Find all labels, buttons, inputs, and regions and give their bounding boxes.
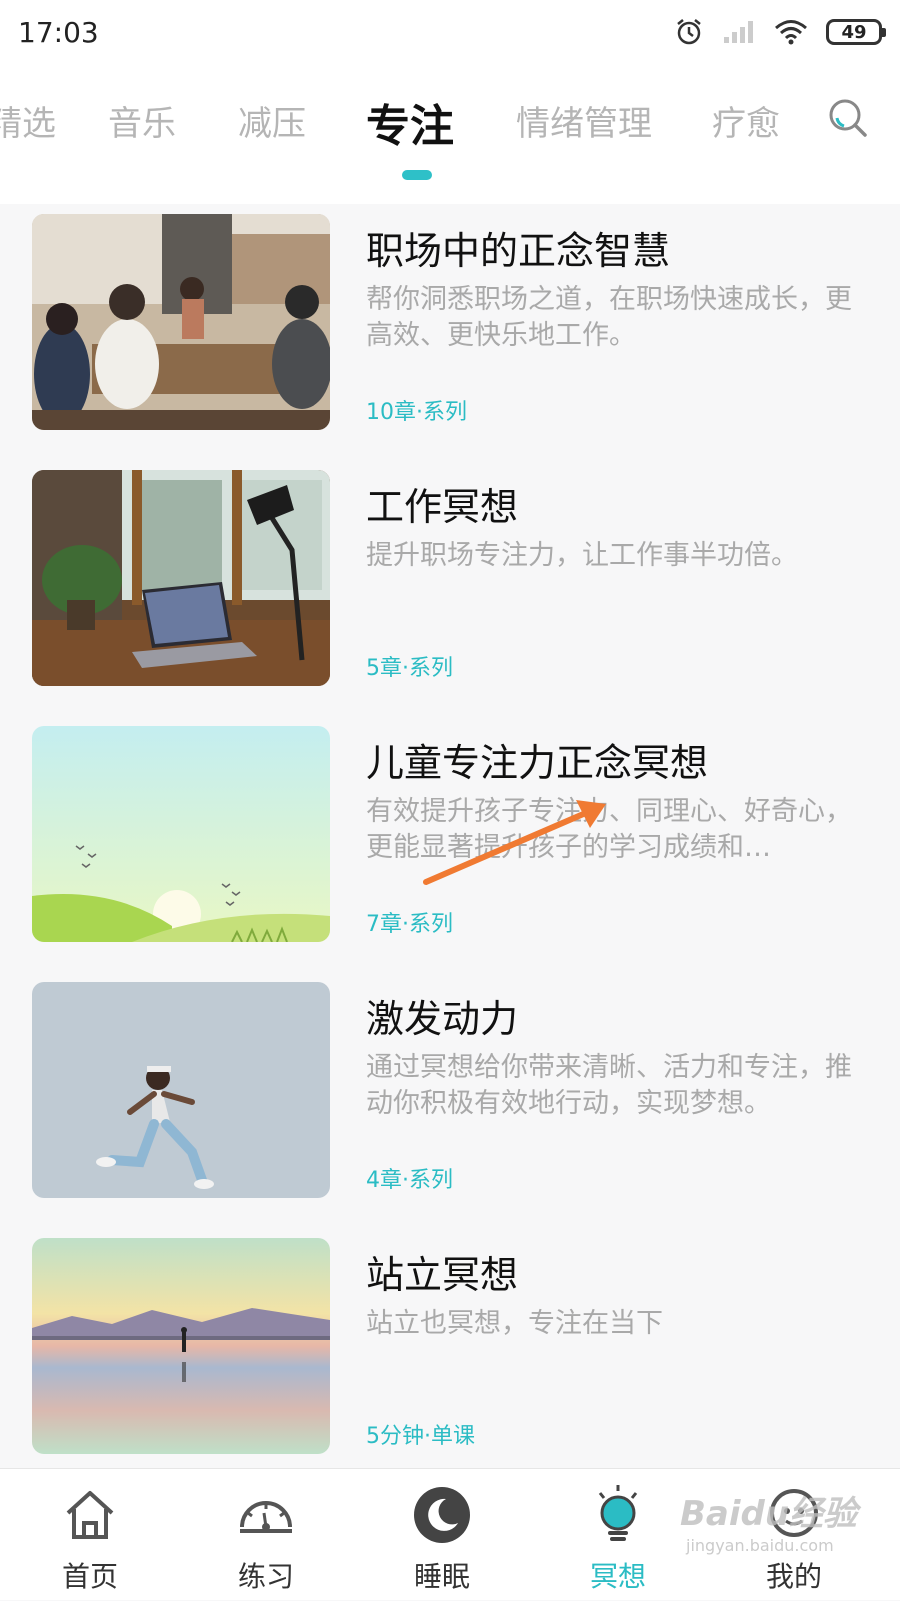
tab-emotion-management[interactable]: 情绪管理: [516, 96, 652, 145]
wifi-icon: [775, 20, 807, 45]
list-item[interactable]: 职场中的正念智慧 帮你洞悉职场之道，在职场快速成长，更高效、更快乐地工作。 10…: [32, 214, 872, 430]
nav-sleep[interactable]: 睡眠: [352, 1469, 532, 1601]
nav-label: 睡眠: [413, 1560, 470, 1593]
item-meta: 5分钟·单课: [366, 1424, 475, 1449]
status-time: 17:03: [18, 15, 99, 49]
status-icons: 49: [674, 17, 886, 47]
course-list: 职场中的正念智慧 帮你洞悉职场之道，在职场快速成长，更高效、更快乐地工作。 10…: [0, 204, 900, 1468]
item-title: 站立冥想: [366, 1253, 519, 1297]
battery-indicator: 49: [826, 19, 886, 45]
item-description: 有效提升孩子专注力、同理心、好奇心，更能显著提升孩子的学习成绩和…: [366, 796, 852, 863]
tab-healing[interactable]: 疗愈: [712, 96, 780, 145]
tab-featured[interactable]: 精选: [0, 96, 56, 145]
item-description: 通过冥想给你带来清晰、活力和专注，推动你积极有效地行动，实现梦想。: [366, 1052, 852, 1119]
item-title: 职场中的正念智慧: [366, 229, 671, 273]
search-button[interactable]: [826, 96, 870, 140]
nav-home[interactable]: 首页: [0, 1469, 180, 1601]
team-meeting-photo: [32, 214, 330, 430]
item-description: 站立也冥想，专注在当下: [366, 1308, 663, 1339]
item-title: 儿童专注力正念冥想: [366, 741, 709, 785]
laptop-desk-photo: [32, 470, 330, 686]
watermark: Baidu经验: [680, 1494, 858, 1534]
nav-label: 冥想: [589, 1560, 646, 1593]
item-description: 帮你洞悉职场之道，在职场快速成长，更高效、更快乐地工作。: [366, 284, 852, 351]
list-item[interactable]: 站立冥想 站立也冥想，专注在当下 5分钟·单课: [32, 1238, 872, 1454]
list-item[interactable]: 激发动力 通过冥想给你带来清晰、活力和专注，推动你积极有效地行动，实现梦想。 4…: [32, 982, 872, 1198]
tab-stress-relief[interactable]: 减压: [238, 96, 306, 145]
jumping-woman-photo: [32, 982, 330, 1198]
signal-icon: [724, 21, 753, 43]
bulb-icon: [598, 1485, 638, 1541]
item-title: 激发动力: [366, 997, 519, 1041]
tab-music[interactable]: 音乐: [108, 96, 176, 145]
nav-label: 我的: [765, 1560, 822, 1593]
active-tab-indicator: [402, 170, 432, 180]
list-item[interactable]: 工作冥想 提升职场专注力，让工作事半功倍。 5章·系列: [32, 470, 872, 686]
item-meta: 7章·系列: [366, 912, 453, 937]
gauge-icon: [240, 1501, 292, 1533]
nav-label: 练习: [237, 1560, 294, 1593]
salt-flat-reflection-photo: [32, 1238, 330, 1454]
watermark-url: jingyan.baidu.com: [686, 1536, 834, 1555]
nav-practice[interactable]: 练习: [176, 1469, 356, 1601]
status-bar: 17:03 49: [0, 0, 900, 64]
list-item[interactable]: 儿童专注力正念冥想 有效提升孩子专注力、同理心、好奇心，更能显著提升孩子的学习成…: [32, 726, 872, 942]
item-description: 提升职场专注力，让工作事半功倍。: [366, 540, 798, 571]
tab-focus[interactable]: 专注: [366, 90, 454, 154]
item-meta: 10章·系列: [366, 400, 467, 425]
alarm-icon: [677, 19, 701, 45]
battery-level: 49: [841, 21, 867, 43]
item-title: 工作冥想: [366, 485, 519, 529]
item-meta: 4章·系列: [366, 1168, 453, 1193]
nav-label: 首页: [61, 1560, 118, 1593]
category-tabs: 精选 音乐 减压 专注 情绪管理 疗愈: [0, 64, 900, 204]
item-meta: 5章·系列: [366, 656, 453, 681]
moon-icon: [414, 1487, 470, 1543]
home-icon: [66, 1491, 114, 1539]
green-hills-illustration: [32, 726, 330, 942]
search-icon: [829, 99, 867, 137]
